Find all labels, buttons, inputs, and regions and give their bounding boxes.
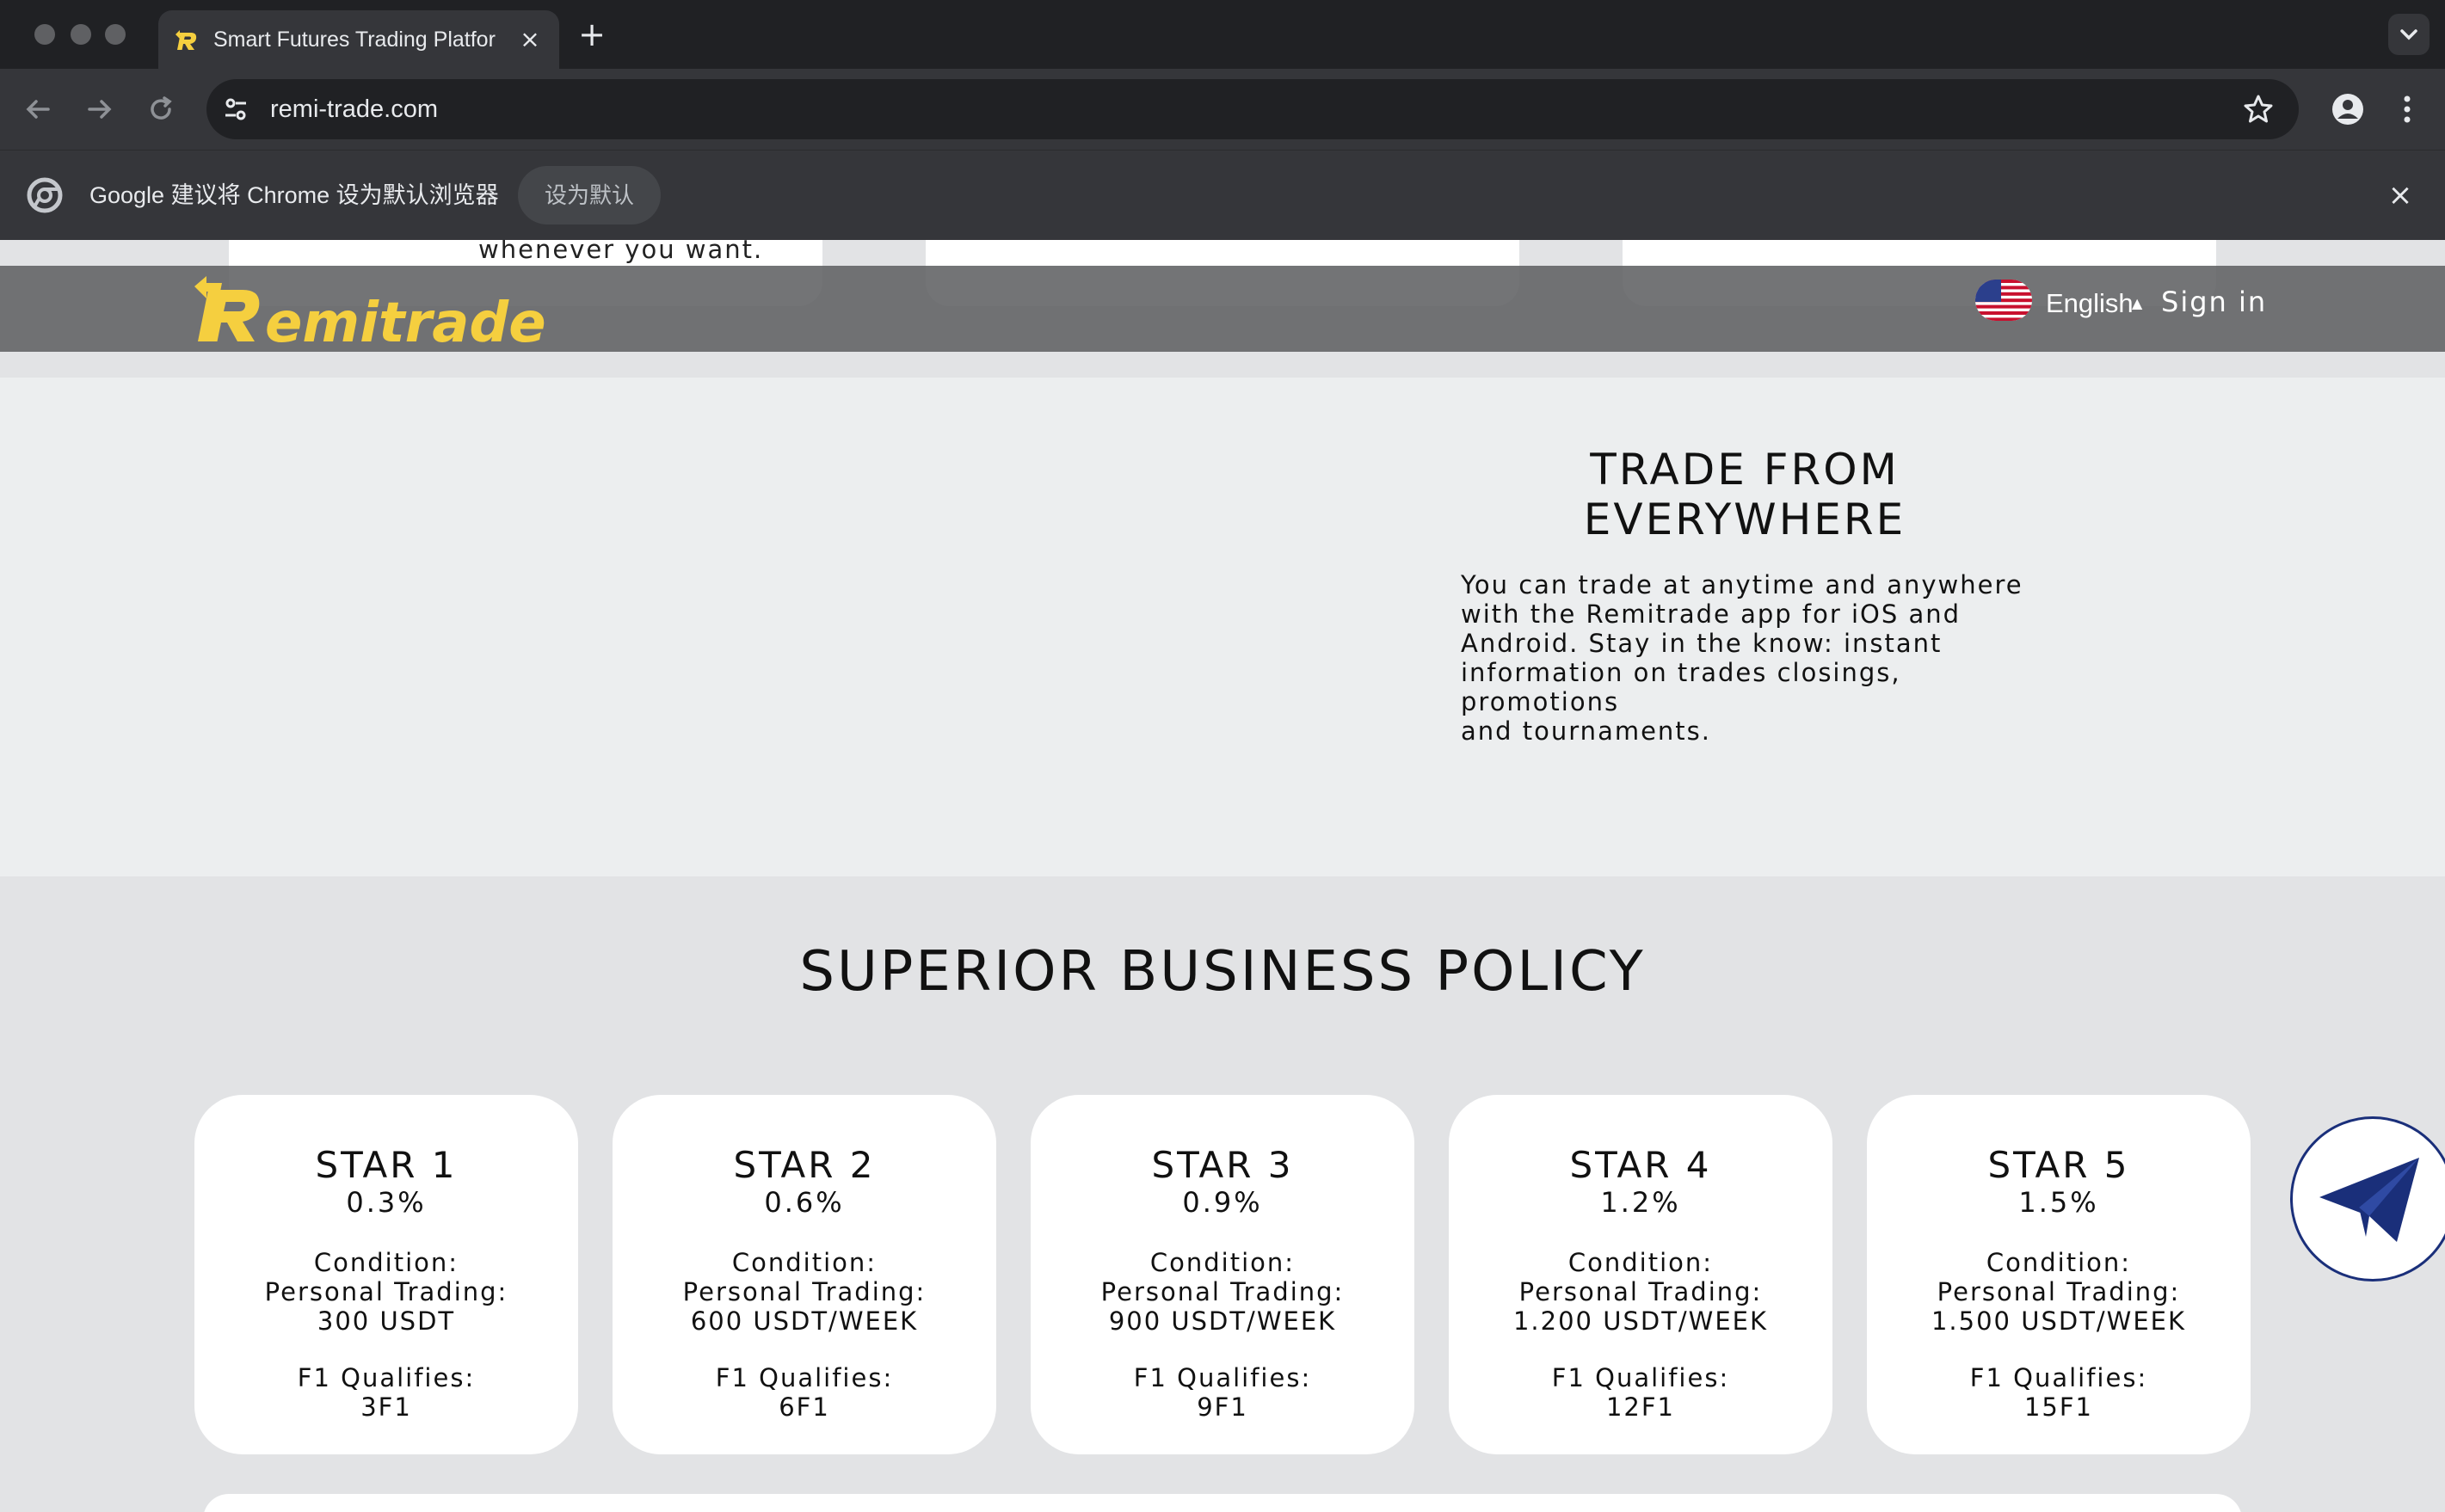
star-card: STAR 1 0.3% Condition: Personal Trading:… [194, 1095, 578, 1454]
browser-menu-icon[interactable] [2393, 88, 2421, 131]
chevron-down-icon [2400, 29, 2417, 40]
reload-icon[interactable] [141, 89, 181, 129]
remitrade-favicon-icon [176, 30, 197, 50]
tab-search-button[interactable] [2388, 14, 2430, 55]
tab-close-icon[interactable]: × [514, 24, 545, 55]
personal-trading-value: 600 USDT/WEEK [690, 1306, 919, 1336]
default-browser-infobar: Google 建议将 Chrome 设为默认浏览器 设为默认 × [0, 150, 2445, 240]
star-name: STAR 2 [733, 1144, 876, 1186]
back-arrow-icon[interactable] [19, 89, 59, 129]
svg-text:emitrade: emitrade [265, 292, 546, 347]
personal-trading-value: 300 USDT [317, 1306, 456, 1336]
star-card: STAR 2 0.6% Condition: Personal Trading:… [613, 1095, 996, 1454]
star-rate: 0.3% [346, 1186, 427, 1219]
f1-qualifies-value: 9F1 [1197, 1392, 1248, 1422]
set-default-button[interactable]: 设为默认 [518, 166, 661, 224]
telegram-plane-icon [2319, 1158, 2419, 1242]
f1-qualifies-value: 15F1 [2023, 1392, 2094, 1422]
personal-trading-label: Personal Trading: [682, 1277, 927, 1306]
trade-title-line: TRADE FROM [1590, 445, 1900, 495]
trade-description-line: You can trade at anytime and anywhere [1461, 570, 2023, 599]
page-viewport: whenever you want. emitrade English ▲ Si… [0, 240, 2445, 1512]
condition-label: Condition: [731, 1248, 878, 1277]
personal-trading-label: Personal Trading: [1937, 1277, 2181, 1306]
infobar-message: Google 建议将 Chrome 设为默认浏览器 [89, 182, 499, 208]
policy-cards: STAR 1 0.3% Condition: Personal Trading:… [194, 1095, 2251, 1454]
condition-label: Condition: [1567, 1248, 1714, 1277]
f1-qualifies-label: F1 Qualifies: [715, 1363, 894, 1392]
star-rate: 1.2% [1600, 1186, 1681, 1219]
personal-trading-value: 900 USDT/WEEK [1108, 1306, 1337, 1336]
star-name: STAR 1 [315, 1144, 458, 1186]
f1-qualifies-value: 3F1 [360, 1392, 412, 1422]
browser-toolbar: remi-trade.com [0, 69, 2445, 150]
star-card: STAR 5 1.5% Condition: Personal Trading:… [1867, 1095, 2251, 1454]
star-name: STAR 3 [1151, 1144, 1294, 1186]
personal-trading-value: 1.200 USDT/WEEK [1512, 1306, 1769, 1336]
sign-in-link[interactable]: Sign in [2161, 283, 2267, 321]
star-rate: 0.6% [764, 1186, 845, 1219]
previous-card-text: whenever you want. [478, 240, 764, 264]
f1-qualifies-value: 12F1 [1605, 1392, 1676, 1422]
f1-qualifies-value: 6F1 [779, 1392, 830, 1422]
window-close-control[interactable] [34, 24, 55, 45]
star-rate: 1.5% [2018, 1186, 2099, 1219]
forward-arrow-icon[interactable] [79, 89, 119, 129]
profile-avatar-icon[interactable] [2326, 88, 2369, 131]
f1-qualifies-label: F1 Qualifies: [297, 1363, 476, 1392]
trade-description: You can trade at anytime and anywhere wi… [1461, 570, 2063, 746]
site-header: emitrade English ▲ Sign in [0, 266, 2445, 352]
trade-from-everywhere-section: TRADE FROM EVERYWHERE You can trade at a… [0, 378, 2445, 876]
star-rate: 0.9% [1182, 1186, 1263, 1219]
trade-description-line: with the Remitrade app for iOS and [1461, 599, 1962, 629]
next-section-card [203, 1494, 2242, 1512]
condition-label: Condition: [313, 1248, 459, 1277]
personal-trading-label: Personal Trading: [1100, 1277, 1345, 1306]
trade-description-line: Android. Stay in the know: instant [1461, 629, 1943, 658]
us-flag-icon[interactable] [1975, 280, 2032, 321]
star-name: STAR 5 [1987, 1144, 2130, 1186]
star-name: STAR 4 [1569, 1144, 1712, 1186]
trade-description-line: information on trades closings, promotio… [1461, 658, 1901, 716]
star-card: STAR 3 0.9% Condition: Personal Trading:… [1031, 1095, 1414, 1454]
browser-tab-bar: Smart Futures Trading Platfor × + [0, 0, 2445, 69]
personal-trading-label: Personal Trading: [1518, 1277, 1763, 1306]
infobar-close-icon[interactable]: × [2383, 178, 2417, 212]
chrome-logo-icon [27, 177, 63, 213]
policy-title: SUPERIOR BUSINESS POLICY [799, 940, 1646, 1004]
url-text[interactable]: remi-trade.com [270, 92, 438, 126]
condition-label: Condition: [1986, 1248, 2132, 1277]
f1-qualifies-label: F1 Qualifies: [1969, 1363, 2148, 1392]
browser-tab[interactable]: Smart Futures Trading Platfor × [158, 10, 559, 69]
window-minimize-control[interactable] [71, 24, 91, 45]
new-tab-button[interactable]: + [575, 17, 609, 52]
star-card: STAR 4 1.2% Condition: Personal Trading:… [1449, 1095, 1832, 1454]
site-info-icon[interactable] [219, 92, 253, 126]
header-gap [0, 352, 2445, 378]
tab-title: Smart Futures Trading Platfor [213, 28, 496, 52]
personal-trading-value: 1.500 USDT/WEEK [1931, 1306, 2187, 1336]
f1-qualifies-label: F1 Qualifies: [1551, 1363, 1730, 1392]
trade-title-line: EVERYWHERE [1583, 495, 1906, 544]
trade-title: TRADE FROM EVERYWHERE [1394, 445, 2096, 544]
language-selector[interactable]: English [2046, 286, 2134, 321]
caret-up-icon[interactable]: ▲ [2132, 286, 2142, 321]
remitrade-logo[interactable]: emitrade [193, 274, 554, 347]
address-bar[interactable]: remi-trade.com [206, 79, 2299, 139]
trade-description-line: and tournaments. [1461, 716, 1712, 746]
personal-trading-label: Personal Trading: [264, 1277, 508, 1306]
bookmark-star-icon[interactable] [2240, 91, 2276, 127]
condition-label: Condition: [1149, 1248, 1296, 1277]
window-maximize-control[interactable] [105, 24, 126, 45]
f1-qualifies-label: F1 Qualifies: [1133, 1363, 1312, 1392]
telegram-contact-button[interactable] [2290, 1116, 2445, 1282]
